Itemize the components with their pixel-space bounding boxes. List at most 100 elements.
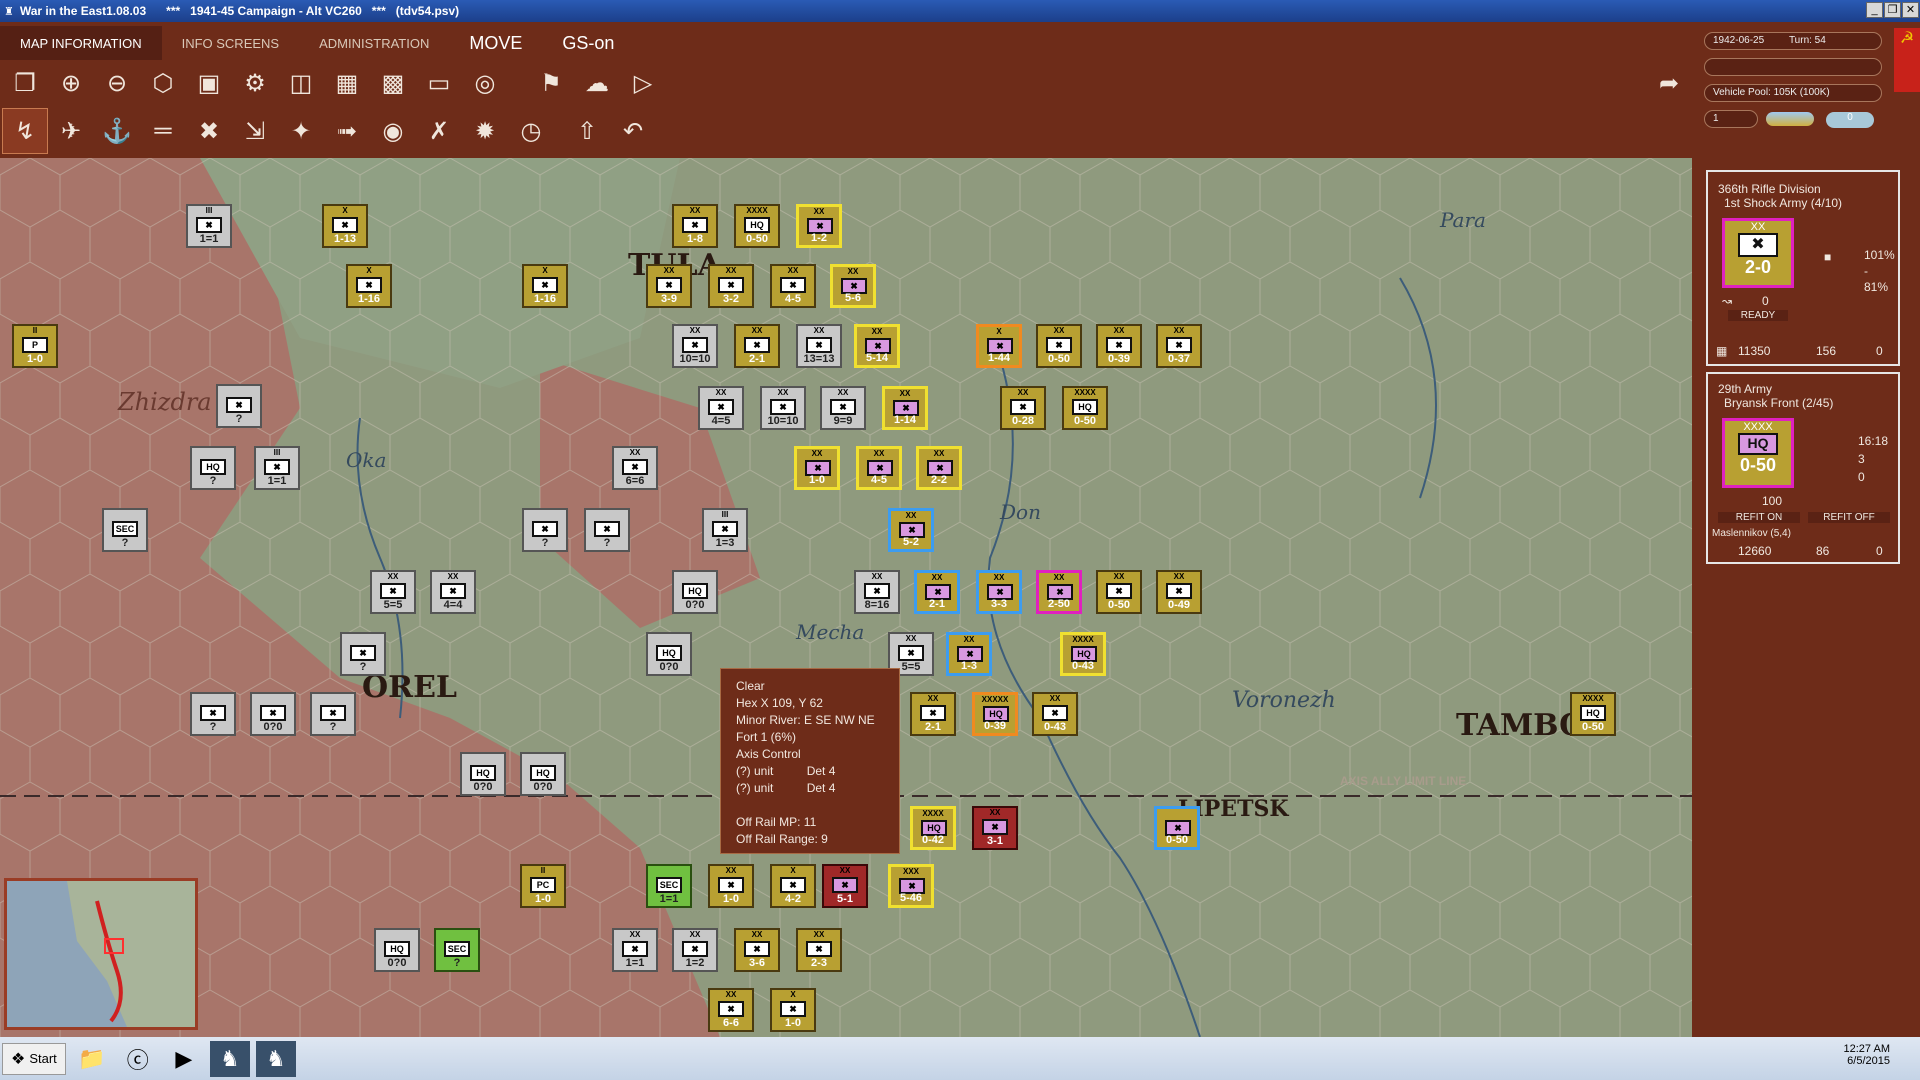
zoom-out-icon[interactable]: ⊖ [94,60,140,106]
unit-counter[interactable]: XXXX HQ 0-50 [1570,692,1616,736]
commander-name[interactable]: Maslennikov (5,4) [1712,528,1791,539]
counter-toggle[interactable]: 0 [1826,112,1874,128]
ground-attack-icon[interactable]: ➟ [324,108,370,154]
unit-card-rifle-division[interactable]: 366th Rifle Division 1st Shock Army (4/1… [1706,170,1900,366]
unit-counter[interactable]: XX ✖ 4-5 [856,446,902,490]
unit-counter[interactable]: XX ✖ 0-39 [1096,324,1142,368]
unit-counter[interactable]: XX ✖ 2-1 [914,570,960,614]
bomber-icon[interactable]: ✖ [186,108,232,154]
unit-counter[interactable]: HQ 0?0 [646,632,692,676]
unit-counter[interactable]: III ✖ 1=1 [254,446,300,490]
unit-counter[interactable]: II P 1-0 [12,324,58,368]
unit-counter[interactable]: HQ 0?0 [520,752,566,796]
unit-counter[interactable]: ✖? [190,692,236,736]
unit-counter[interactable]: XX ✖ 1-0 [794,446,840,490]
unit-counter[interactable]: XX ✖ 0-28 [1000,386,1046,430]
unit-counter[interactable]: X ✖ 1-0 [770,988,816,1032]
unit-counter[interactable]: XX ✖ 5=5 [370,570,416,614]
tab-map-information[interactable]: MAP INFORMATION [0,26,162,60]
naval-icon[interactable]: ⚓ [94,108,140,154]
play-flag-icon[interactable]: ▷ [620,60,666,106]
unit-counter[interactable]: X ✖ 1-16 [522,264,568,308]
browser-icon[interactable]: ⓒ [118,1041,158,1077]
unit-counter[interactable]: XX ✖ 0-50 [1096,570,1142,614]
unit-counter[interactable]: XXXXX HQ 0-39 [972,692,1018,736]
folder-icon[interactable]: 📁 [72,1041,112,1077]
media-player-icon[interactable]: ▶ [164,1041,204,1077]
unit-counter[interactable]: XXX ✖ 5-46 [888,864,934,908]
unit-counter[interactable]: XXXX HQ 0-50 [1062,386,1108,430]
unit-counter[interactable]: II PC 1-0 [520,864,566,908]
unit-counter[interactable]: XX ✖ 1-2 [796,204,842,248]
game-icon[interactable]: ♞ [209,1040,250,1077]
unit-counter[interactable]: XXXX HQ 0-50 [734,204,780,248]
clock-icon[interactable]: ◷ [508,108,554,154]
minimap[interactable] [4,878,198,1030]
unit-counter[interactable]: XX ✖ 6=6 [612,446,658,490]
fighter-icon[interactable]: ✦ [278,108,324,154]
unit-counter[interactable]: XX ✖ 5-1 [822,864,868,908]
unit-counter[interactable]: HQ? [190,446,236,490]
unit-counter[interactable]: XX ✖ 0-50 [1036,324,1082,368]
unit-counter[interactable]: XX ✖ 1-3 [946,632,992,676]
unit-counter[interactable]: ✖? [216,384,262,428]
unit-counter[interactable]: XX ✖ 6-6 [708,988,754,1032]
window-icon[interactable]: ❐ [2,60,48,106]
unit-counter[interactable]: XXXX HQ 0-42 [910,806,956,850]
target-icon[interactable]: ◎ [462,60,508,106]
unit-counter[interactable]: XX ✖ 3-1 [972,806,1018,850]
refit-on-button[interactable]: REFIT ON [1718,512,1800,523]
unit-counter[interactable]: ✖ 0?0 [250,692,296,736]
unit-counter[interactable]: SEC 1=1 [646,864,692,908]
ground-mode-icon[interactable]: ↯ [2,108,48,154]
air-recon-icon[interactable]: ◉ [370,108,416,154]
game-map[interactable]: TULA Zhizdra OREL Voronezh TAMBOV LIPETS… [0,158,1692,1037]
unit-counter[interactable]: XX ✖ 2-3 [796,928,842,972]
unit-counter[interactable]: XX ✖ 13=13 [796,324,842,368]
unit-counter[interactable]: III ✖ 1=1 [186,204,232,248]
unit-counter[interactable]: HQ 0?0 [460,752,506,796]
unit-counter[interactable]: XX ✖ 2-50 [1036,570,1082,614]
start-button[interactable]: ❖ Start [2,1042,66,1075]
unit-counter[interactable]: XX ✖ 1-14 [882,386,928,430]
rail-icon[interactable]: ═ [140,108,186,154]
unit-counter[interactable]: XX ✖ 3-6 [734,928,780,972]
unit-counter[interactable]: SEC? [434,928,480,972]
air-icon[interactable]: ✈ [48,108,94,154]
unit-counter[interactable]: XX ✖ 10=10 [672,324,718,368]
unit-counter[interactable]: XX ✖ 3-3 [976,570,1022,614]
rectangle-icon[interactable]: ▭ [416,60,462,106]
unit-card-army-hq[interactable]: 29th Army Bryansk Front (2/45) XXXX HQ 0… [1706,372,1900,564]
unit-counter[interactable]: XX ✖ 2-1 [734,324,780,368]
unit-counter[interactable]: XX ✖ 2-2 [916,446,962,490]
unit-counter[interactable]: XX ✖ 4=5 [698,386,744,430]
unit-counter[interactable]: XX ✖ 8=16 [854,570,900,614]
unit-counter[interactable]: XX ✖ 2-1 [910,692,956,736]
unit-counter[interactable]: ✖? [340,632,386,676]
unit-counter[interactable]: X ✖ 1-44 [976,324,1022,368]
unit-counter[interactable]: XX ✖ 5-2 [888,508,934,552]
tab-move[interactable]: MOVE [449,26,542,60]
close-button[interactable]: ✕ [1902,2,1919,18]
hex-icon[interactable]: ⬡ [140,60,186,106]
unit-counter[interactable]: XXXX HQ 0-43 [1060,632,1106,676]
unit-counter[interactable]: ✖ 0-50 [1154,806,1200,850]
frame-icon[interactable]: ▣ [186,60,232,106]
tab-gs-on[interactable]: GS-on [542,26,634,60]
unit-counter[interactable]: XX ✖ 1-8 [672,204,718,248]
tab-info-screens[interactable]: INFO SCREENS [162,26,300,60]
unit-counter[interactable]: XX ✖ 0-49 [1156,570,1202,614]
settings-icon[interactable]: ⚙ [232,60,278,106]
unit-counter[interactable]: ✖? [584,508,630,552]
unit-counter[interactable]: X ✖ 1-13 [322,204,368,248]
tab-administration[interactable]: ADMINISTRATION [299,26,449,60]
upload-icon[interactable]: ⇧ [564,108,610,154]
unit-counter[interactable]: ✖? [522,508,568,552]
unit-counter[interactable]: XX ✖ 3-9 [646,264,692,308]
unit-counter[interactable]: III ✖ 1=3 [702,508,748,552]
chart-icon[interactable]: ▦ [324,60,370,106]
unit-counter[interactable]: XX ✖ 0-37 [1156,324,1202,368]
unit-counter[interactable]: XX ✖ 3-2 [708,264,754,308]
unit-counter[interactable]: SEC? [102,508,148,552]
unit-counter[interactable]: HQ 0?0 [672,570,718,614]
